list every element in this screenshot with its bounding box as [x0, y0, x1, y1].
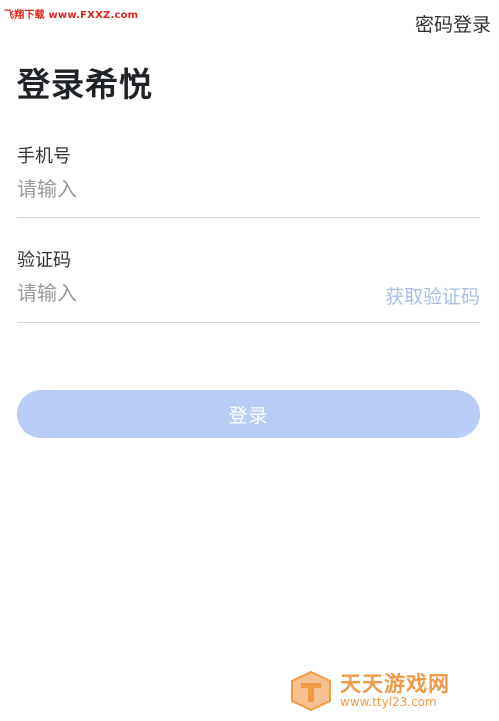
bottom-watermark: 天天游戏网 www.ttyl23.com: [290, 670, 450, 712]
phone-input[interactable]: [17, 174, 347, 204]
password-login-link[interactable]: 密码登录: [415, 10, 491, 37]
code-input[interactable]: [17, 278, 347, 308]
watermark-top: 飞翔下载 www.FXXZ.com: [4, 10, 139, 21]
page-title: 登录希悦: [17, 65, 153, 104]
get-code-button[interactable]: 获取验证码: [385, 282, 480, 309]
code-field: 验证码 获取验证码: [17, 246, 480, 323]
phone-field: 手机号: [17, 142, 480, 218]
watermark-url: www.ttyl23.com: [340, 694, 437, 709]
phone-field-label: 手机号: [17, 146, 71, 167]
watermark-name: 天天游戏网: [340, 671, 450, 696]
watermark-logo-icon: [290, 670, 332, 712]
code-field-label: 验证码: [17, 250, 71, 271]
login-button[interactable]: 登录: [17, 390, 480, 438]
